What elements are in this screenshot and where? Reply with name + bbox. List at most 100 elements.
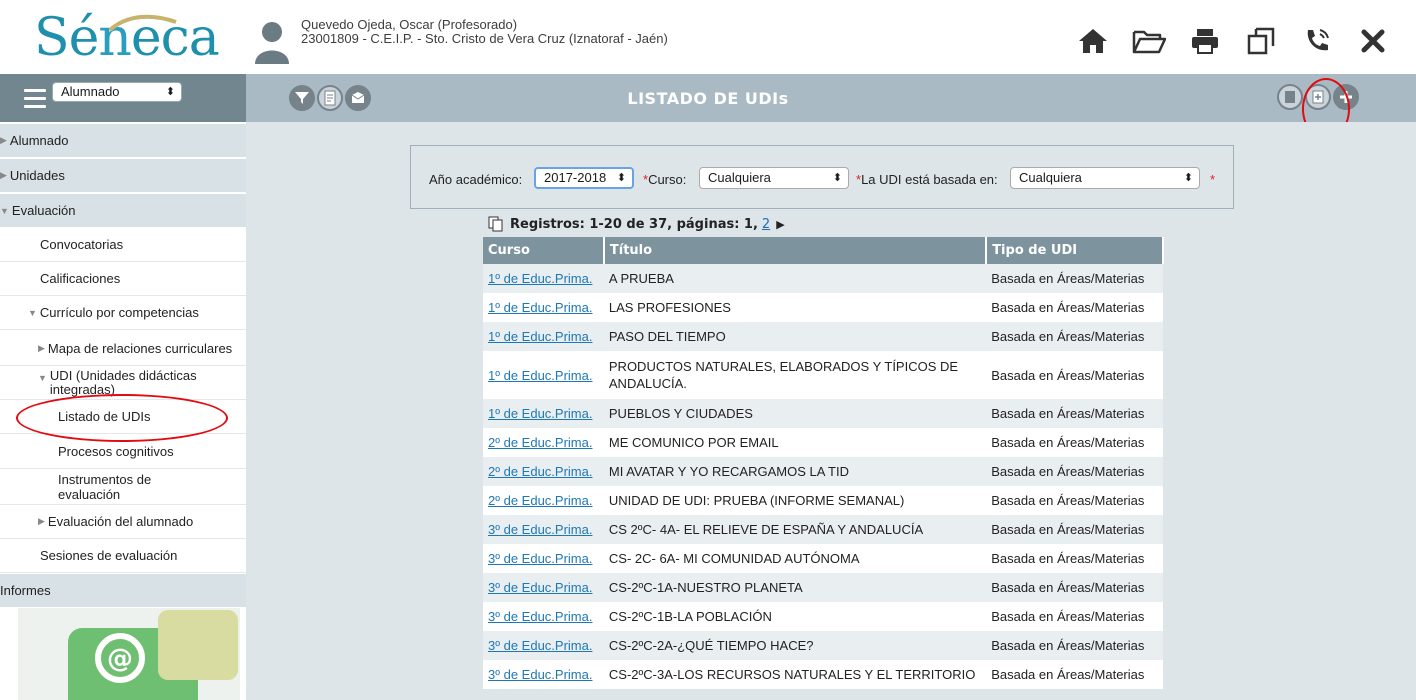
basis-label-text: La UDI está basada en: xyxy=(861,172,998,187)
curso-link[interactable]: 1º de Educ.Prima. xyxy=(488,368,592,383)
table-row[interactable]: 2º de Educ.Prima. UNIDAD DE UDI: PRUEBA (… xyxy=(483,486,1163,515)
sidebar-item-calificaciones[interactable]: Calificaciones xyxy=(0,262,246,296)
titulo-cell: CS- 2C- 6A- MI COMUNIDAD AUTÓNOMA xyxy=(603,544,987,573)
titulo-cell: CS-2ºC-1B-LA POBLACIÓN xyxy=(603,602,987,631)
titulo-cell: PUEBLOS Y CIUDADES xyxy=(603,399,987,428)
year-select-value: 2017-2018 xyxy=(544,170,607,185)
sidebar-item-evaluacion[interactable]: ▼ Evaluación xyxy=(0,194,246,228)
tipo-cell: Basada en Áreas/Materias xyxy=(986,293,1163,322)
curso-link[interactable]: 3º de Educ.Prima. xyxy=(488,522,592,537)
email-app-banner[interactable]: @ xyxy=(18,608,240,700)
sidebar-item-label: Currículo por competencias xyxy=(39,305,199,320)
tipo-cell: Basada en Áreas/Materias xyxy=(986,428,1163,457)
sidebar-item-label: Informes xyxy=(0,583,51,598)
curso-link[interactable]: 1º de Educ.Prima. xyxy=(488,271,592,286)
curso-link[interactable]: 3º de Educ.Prima. xyxy=(488,609,592,624)
next-page-icon[interactable]: ▶ xyxy=(776,218,784,231)
curso-link[interactable]: 3º de Educ.Prima. xyxy=(488,551,592,566)
close-icon[interactable] xyxy=(1356,24,1390,58)
table-row[interactable]: 3º de Educ.Prima. CS-2ºC-3A-LOS RECURSOS … xyxy=(483,660,1163,689)
tipo-cell: Basada en Áreas/Materias xyxy=(986,264,1163,293)
sidebar-item-sesiones[interactable]: Sesiones de evaluación xyxy=(0,539,246,573)
sidebar-item-label: Unidades xyxy=(9,168,65,183)
curso-link[interactable]: 3º de Educ.Prima. xyxy=(488,667,592,682)
udi-table: Curso Título Tipo de UDI 1º de Educ.Prim… xyxy=(483,237,1164,689)
document-icon[interactable] xyxy=(1277,84,1303,110)
table-row[interactable]: 3º de Educ.Prima. CS-2ºC-2A-¿QUÉ TIEMPO H… xyxy=(483,631,1163,660)
titulo-cell: CS 2ºC- 4A- EL RELIEVE DE ESPAÑA Y ANDAL… xyxy=(603,515,987,544)
curso-link[interactable]: 2º de Educ.Prima. xyxy=(488,493,592,508)
tipo-cell: Basada en Áreas/Materias xyxy=(986,602,1163,631)
print-icon[interactable] xyxy=(1188,24,1222,58)
header-toolbar xyxy=(1076,24,1390,58)
table-row[interactable]: 3º de Educ.Prima. CS- 2C- 6A- MI COMUNIDA… xyxy=(483,544,1163,573)
basis-select-value: Cualquiera xyxy=(1019,170,1082,185)
seneca-logo[interactable]: Séneca xyxy=(34,8,220,68)
table-row[interactable]: 1º de Educ.Prima. LAS PROFESIONES Basada e… xyxy=(483,293,1163,322)
home-icon[interactable] xyxy=(1076,24,1110,58)
titulo-cell: A PRUEBA xyxy=(603,264,987,293)
pagination: Registros: 1-20 de 37, páginas: 1, 2 ▶ xyxy=(488,216,785,232)
table-row[interactable]: 1º de Educ.Prima. A PRUEBA Basada en Áreas… xyxy=(483,264,1163,293)
tipo-cell: Basada en Áreas/Materias xyxy=(986,573,1163,602)
tipo-cell: Basada en Áreas/Materias xyxy=(986,351,1163,399)
sidebar-item-instrumentos[interactable]: Instrumentos de evaluación xyxy=(0,469,246,505)
triangle-right-icon: ▶ xyxy=(38,516,45,526)
titulo-cell: MI AVATAR Y YO RECARGAMOS LA TID xyxy=(603,457,987,486)
basis-label: *La UDI está basada en: xyxy=(856,172,998,187)
titulo-cell: CS-2ºC-2A-¿QUÉ TIEMPO HACE? xyxy=(603,631,987,660)
page-title: LISTADO DE UDIs xyxy=(627,89,789,108)
triangle-right-icon: ▶ xyxy=(0,170,7,180)
table-row[interactable]: 1º de Educ.Prima. PRODUCTOS NATURALES, EL… xyxy=(483,351,1163,399)
table-row[interactable]: 2º de Educ.Prima. MI AVATAR Y YO RECARGAM… xyxy=(483,457,1163,486)
column-header-tipo[interactable]: Tipo de UDI xyxy=(986,237,1164,264)
titulo-cell: UNIDAD DE UDI: PRUEBA (INFORME SEMANAL) xyxy=(603,486,987,515)
tipo-cell: Basada en Áreas/Materias xyxy=(986,544,1163,573)
column-header-curso[interactable]: Curso xyxy=(483,237,605,264)
sidebar-item-mapa[interactable]: ▶ Mapa de relaciones curriculares xyxy=(0,332,246,366)
tipo-cell: Basada en Áreas/Materias xyxy=(986,486,1163,515)
sidebar-item-label: Procesos cognitivos xyxy=(58,444,174,459)
curso-link[interactable]: 2º de Educ.Prima. xyxy=(488,464,592,479)
triangle-right-icon: ▶ xyxy=(0,135,7,145)
windows-icon[interactable] xyxy=(1244,24,1278,58)
course-select[interactable]: Cualquiera ⬍ xyxy=(699,167,849,189)
table-row[interactable]: 3º de Educ.Prima. CS-2ºC-1B-LA POBLACIÓN B… xyxy=(483,602,1163,631)
column-header-titulo[interactable]: Título xyxy=(603,237,988,264)
sidebar-item-evaluacion-alumnado[interactable]: ▶ Evaluación del alumnado xyxy=(0,505,246,539)
curso-link[interactable]: 2º de Educ.Prima. xyxy=(488,435,592,450)
sidebar-item-convocatorias[interactable]: Convocatorias xyxy=(0,228,246,262)
tipo-cell: Basada en Áreas/Materias xyxy=(986,322,1163,351)
sidebar-item-label: UDI (Unidades didácticas integradas) xyxy=(49,368,197,397)
table-row[interactable]: 1º de Educ.Prima. PASO DEL TIEMPO Basada e… xyxy=(483,322,1163,351)
basis-select[interactable]: Cualquiera ⬍ xyxy=(1010,167,1200,189)
course-select-value: Cualquiera xyxy=(708,170,771,185)
sidebar-item-label: Instrumentos de evaluación xyxy=(58,471,152,502)
tipo-cell: Basada en Áreas/Materias xyxy=(986,515,1163,544)
sidebar-item-informes[interactable]: Informes xyxy=(0,574,246,608)
table-row[interactable]: 3º de Educ.Prima. CS 2ºC- 4A- EL RELIEVE … xyxy=(483,515,1163,544)
main-content: Año académico: 2017-2018 ⬍ *Curso: Cualq… xyxy=(246,122,1416,700)
table-row[interactable]: 2º de Educ.Prima. ME COMUNICO POR EMAIL Ba… xyxy=(483,428,1163,457)
page-link-2[interactable]: 2 xyxy=(762,217,770,232)
curso-link[interactable]: 1º de Educ.Prima. xyxy=(488,406,592,421)
curso-link[interactable]: 3º de Educ.Prima. xyxy=(488,638,592,653)
titulo-cell: LAS PROFESIONES xyxy=(603,293,987,322)
year-select[interactable]: 2017-2018 ⬍ xyxy=(534,167,634,189)
sidebar-item-curriculo[interactable]: ▼ Currículo por competencias xyxy=(0,296,246,330)
pager-text: Registros: 1-20 de 37, páginas: 1, xyxy=(510,216,758,232)
titulo-cell: PASO DEL TIEMPO xyxy=(603,322,987,351)
sidebar-item-alumnado[interactable]: ▶ Alumnado xyxy=(0,124,246,158)
table-row[interactable]: 3º de Educ.Prima. CS-2ºC-1A-NUESTRO PLANE… xyxy=(483,573,1163,602)
phone-icon[interactable] xyxy=(1300,24,1334,58)
folder-open-icon[interactable] xyxy=(1132,24,1166,58)
curso-link[interactable]: 1º de Educ.Prima. xyxy=(488,329,592,344)
table-row[interactable]: 1º de Educ.Prima. PUEBLOS Y CIUDADES Basad… xyxy=(483,399,1163,428)
curso-link[interactable]: 3º de Educ.Prima. xyxy=(488,580,592,595)
sidebar-item-unidades[interactable]: ▶ Unidades xyxy=(0,159,246,193)
curso-link[interactable]: 1º de Educ.Prima. xyxy=(488,300,592,315)
annotation-circle-listado xyxy=(16,394,228,442)
sidebar-item-label: Alumnado xyxy=(9,133,69,148)
tipo-cell: Basada en Áreas/Materias xyxy=(986,399,1163,428)
select-arrows-icon: ⬍ xyxy=(1183,172,1193,184)
